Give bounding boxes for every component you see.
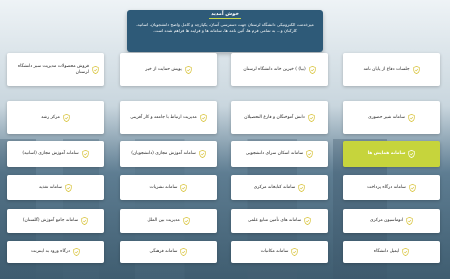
shield-check-icon bbox=[180, 183, 188, 192]
shield-check-icon bbox=[291, 248, 299, 256]
service-card-label: سامانه نشریات bbox=[149, 184, 178, 190]
shield-check-icon bbox=[81, 217, 88, 225]
service-card[interactable]: مدیریت بین الملل bbox=[120, 209, 217, 233]
shield-check-icon bbox=[408, 150, 416, 158]
service-card[interactable]: سامانه آموزش مجازی (اساتید) bbox=[7, 141, 104, 167]
service-card[interactable]: سامانه درگاه پرداخت bbox=[343, 175, 440, 200]
shield-check-icon bbox=[409, 183, 416, 192]
service-card-label: مرکز رشد bbox=[41, 114, 60, 120]
service-card[interactable]: پویش حمایت از خیر bbox=[120, 53, 217, 86]
service-card[interactable]: دانش آموختگان و فارغ التحصیلان bbox=[231, 101, 328, 134]
service-card[interactable]: سامانه کتابخانه مرکزی bbox=[231, 175, 328, 200]
service-card-label: مدیریت ارتباط با جامعه و کار آفرینی bbox=[130, 114, 197, 120]
shield-check-icon bbox=[406, 217, 413, 225]
service-card-label: مدیریت بین الملل bbox=[147, 218, 180, 223]
title-underline bbox=[209, 18, 241, 19]
service-card-label: سامانه آموزش مجازی (اساتید) bbox=[22, 151, 79, 156]
service-card[interactable]: سامانه آموزش مجازی (دانشجویان) bbox=[120, 141, 217, 167]
shield-check-icon bbox=[308, 113, 315, 122]
service-card[interactable]: سامانه های تأمین منابع علمی bbox=[231, 209, 328, 233]
welcome-panel: خوش آمدید میزخدمت الکترونیکی دانشگاه لرس… bbox=[127, 10, 323, 52]
service-card-label: سامانه کتابخانه مرکزی bbox=[253, 184, 296, 190]
service-card[interactable]: سامانه نشریات bbox=[120, 175, 217, 200]
shield-check-icon bbox=[185, 65, 192, 74]
service-card[interactable]: اتوماسیون مرکزی bbox=[343, 209, 440, 233]
shield-check-icon bbox=[65, 183, 72, 192]
welcome-text: میزخدمت الکترونیکی دانشگاه لرستان جهت دس… bbox=[136, 22, 314, 33]
shield-check-icon bbox=[412, 65, 420, 74]
service-card-label: سامانه درگاه پرداخت bbox=[367, 184, 406, 190]
service-card[interactable]: سامانه تغذیه bbox=[7, 175, 104, 200]
shield-check-icon bbox=[183, 217, 190, 225]
service-card[interactable]: سامانه شیر حضوری bbox=[343, 101, 440, 134]
shield-check-icon bbox=[180, 248, 188, 256]
shield-check-icon bbox=[408, 113, 415, 122]
shield-check-icon bbox=[298, 183, 305, 192]
service-card-label: سامانه اسکان سرای دانشجویی bbox=[245, 151, 304, 156]
service-card-label: پویش حمایت از خیر bbox=[145, 66, 182, 72]
service-card[interactable]: سامانه اسکان سرای دانشجویی bbox=[231, 141, 328, 167]
service-card-label: سامانه های تأمین منابع علمی bbox=[247, 218, 302, 223]
service-card-label: سامانه مکاتبات bbox=[260, 249, 289, 254]
service-card[interactable]: مرکز رشد bbox=[7, 101, 104, 134]
shield-check-icon bbox=[309, 65, 316, 74]
service-card[interactable]: سامانه فرهنگی bbox=[120, 241, 217, 263]
service-card-label: فروش محصولات مدیریت سبز دانشگاه لرستان bbox=[17, 63, 89, 75]
service-card[interactable]: سامانه جامع آموزش (گلستان) bbox=[7, 209, 104, 233]
shield-check-icon bbox=[199, 150, 206, 158]
service-card-label: اتوماسیون مرکزی bbox=[370, 218, 404, 223]
service-card[interactable]: ایمیل دانشگاه bbox=[343, 241, 440, 263]
service-card[interactable]: درگاه ورود به اینترنت bbox=[7, 241, 104, 263]
service-card-label: دانش آموختگان و فارغ التحصیلان bbox=[244, 114, 305, 120]
service-card-label: سامانه جامع آموزش (گلستان) bbox=[22, 218, 79, 223]
service-card[interactable]: سامانه همایش ها bbox=[343, 141, 440, 167]
shield-check-icon bbox=[73, 248, 80, 256]
shield-check-icon bbox=[306, 150, 313, 158]
welcome-title: خوش آمدید bbox=[211, 11, 239, 17]
service-card[interactable]: جلسات دفاع از پایان نامه bbox=[343, 53, 440, 86]
shield-check-icon bbox=[402, 248, 409, 256]
service-card-label: جلسات دفاع از پایان نامه bbox=[363, 66, 410, 72]
service-card[interactable]: مدیریت ارتباط با جامعه و کار آفرینی bbox=[120, 101, 217, 134]
service-card-label: درگاه ورود به اینترنت bbox=[31, 249, 70, 254]
shield-check-icon bbox=[200, 113, 207, 122]
service-card-label: سامانه تغذیه bbox=[39, 184, 62, 190]
service-card-label: سامانه شیر حضوری bbox=[368, 114, 405, 120]
service-card[interactable]: (بیا) ) خیرین خانه دانشگاه لرستان bbox=[231, 53, 328, 86]
shield-check-icon bbox=[304, 217, 311, 225]
service-card-label: سامانه آموزش مجازی (دانشجویان) bbox=[131, 151, 196, 156]
service-card-label: ایمیل دانشگاه bbox=[373, 249, 400, 254]
service-card-label: سامانه همایش ها bbox=[367, 151, 406, 156]
shield-check-icon bbox=[92, 65, 99, 74]
service-card-label: (بیا) ) خیرین خانه دانشگاه لرستان bbox=[243, 66, 306, 72]
service-card-label: سامانه فرهنگی bbox=[149, 249, 178, 254]
shield-check-icon bbox=[63, 113, 70, 122]
shield-check-icon bbox=[82, 150, 89, 158]
service-card[interactable]: سامانه مکاتبات bbox=[231, 241, 328, 263]
service-card[interactable]: فروش محصولات مدیریت سبز دانشگاه لرستان bbox=[7, 53, 104, 86]
